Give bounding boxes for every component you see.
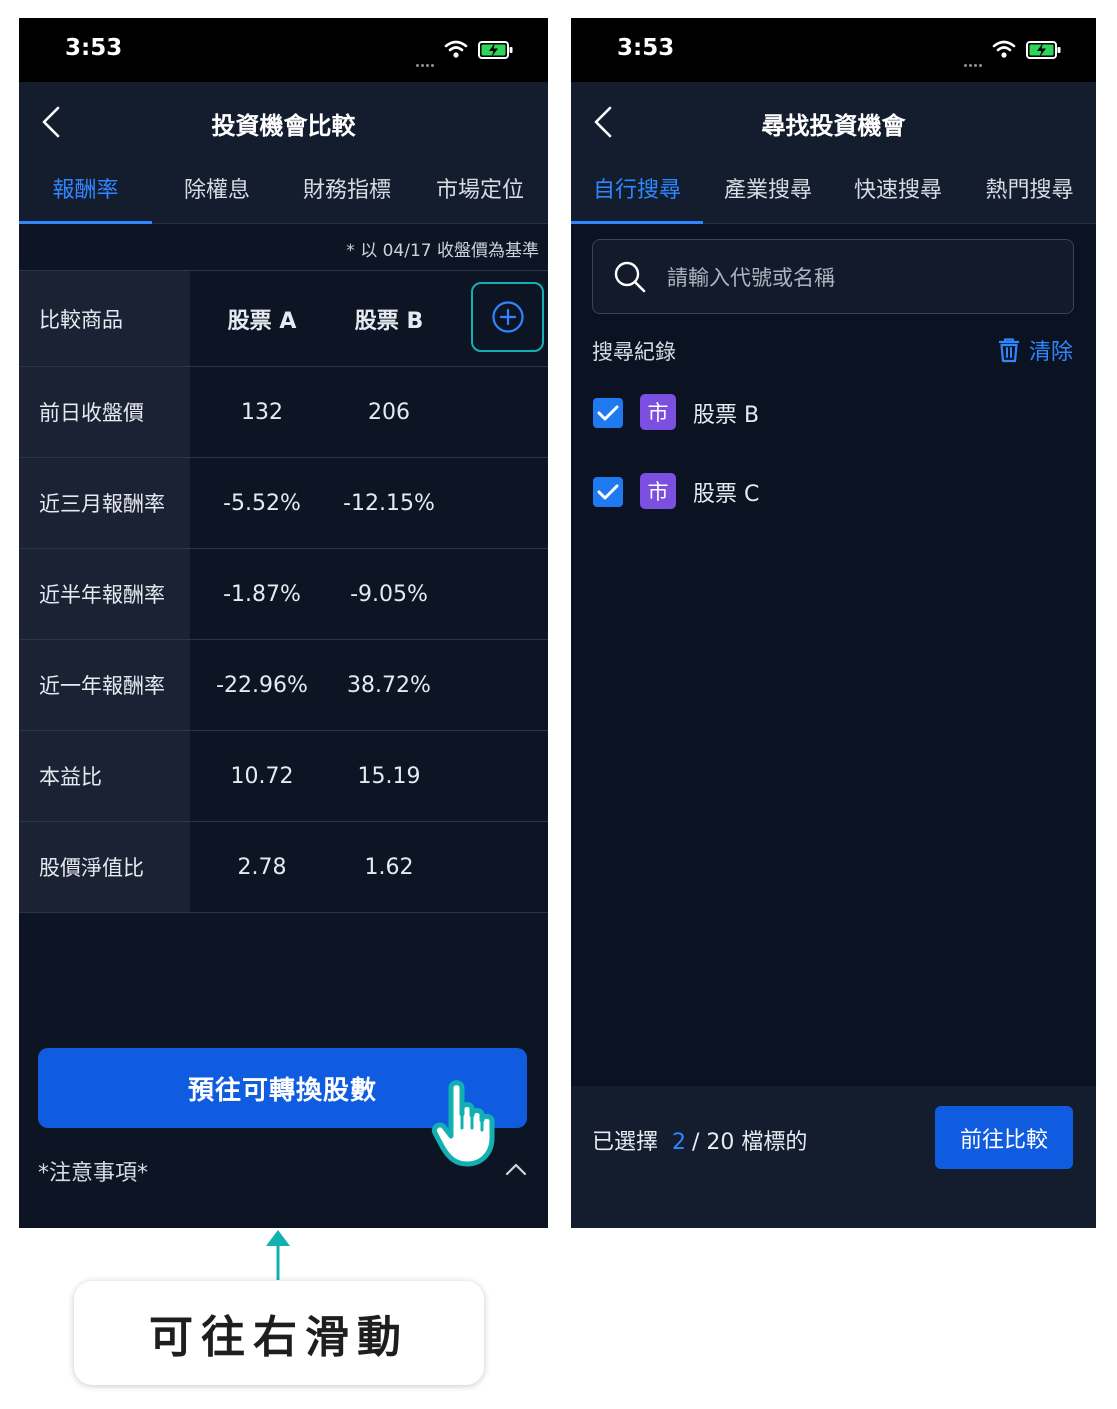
stock-b-value: 1.62 xyxy=(364,854,414,880)
status-time: 3:53 xyxy=(65,35,123,61)
tab-financial-indicators[interactable]: 財務指標 xyxy=(282,159,412,223)
row-label: 近半年報酬率 xyxy=(19,549,190,639)
stock-a-value: 132 xyxy=(241,399,283,425)
table-row: 近三月報酬率 -5.52% -12.15% xyxy=(19,458,548,549)
signal-icon xyxy=(964,52,984,71)
stock-b-value: 15.19 xyxy=(357,763,421,789)
add-stock-button[interactable] xyxy=(471,282,544,352)
nav-bar: 投資機會比較 xyxy=(19,82,548,159)
swipe-hint-box: 可往右滑動 xyxy=(74,1281,484,1385)
stock-b-value: -9.05% xyxy=(350,581,428,607)
selected-count-text: 已選擇 2/ 20 檔標的 xyxy=(592,1124,807,1156)
search-history-title: 搜尋紀錄 xyxy=(592,340,676,364)
tab-industry-search[interactable]: 產業搜尋 xyxy=(703,159,833,223)
market-badge: 市 xyxy=(640,473,676,509)
search-box xyxy=(592,239,1074,315)
selection-footer: 已選擇 2/ 20 檔標的 前往比較 xyxy=(571,1086,1096,1228)
wifi-icon xyxy=(444,40,468,58)
stock-a-value: 2.78 xyxy=(237,854,287,880)
header-label: 比較商品 xyxy=(19,271,190,366)
comparison-table: 比較商品 股票 A 股票 B 前日收盤價 132 206 近三月報酬率 -5.5… xyxy=(19,270,548,913)
go-compare-button[interactable]: 前往比較 xyxy=(935,1106,1073,1169)
table-row: 近半年報酬率 -1.87% -9.05% xyxy=(19,549,548,640)
item-checkbox[interactable] xyxy=(593,477,623,507)
status-icons xyxy=(416,38,526,67)
trash-icon xyxy=(998,338,1019,363)
arrow-up-icon xyxy=(266,1230,290,1280)
selected-suffix: / 20 檔標的 xyxy=(692,1130,808,1155)
tab-popular-search[interactable]: 熱門搜尋 xyxy=(963,159,1096,223)
page-title: 投資機會比較 xyxy=(211,112,356,140)
stock-a-value: -5.52% xyxy=(223,490,301,516)
stock-b-value: 38.72% xyxy=(347,672,431,698)
signal-icon xyxy=(416,52,436,71)
tab-dividend[interactable]: 除權息 xyxy=(152,159,282,223)
status-icons xyxy=(964,38,1074,67)
price-basis-note: * 以 04/17 收盤價為基準 xyxy=(346,241,539,261)
tab-bar: 自行搜尋 產業搜尋 快速搜尋 熱門搜尋 xyxy=(571,159,1096,224)
tab-self-search[interactable]: 自行搜尋 xyxy=(571,159,703,224)
stock-name: 股票 B xyxy=(693,403,760,428)
nav-bar: 尋找投資機會 xyxy=(571,82,1096,159)
tab-quick-search[interactable]: 快速搜尋 xyxy=(833,159,963,223)
selected-count: 2 xyxy=(672,1130,687,1155)
table-row: 股價淨值比 2.78 1.62 xyxy=(19,822,548,913)
market-badge: 市 xyxy=(640,394,676,430)
plus-circle-icon xyxy=(491,301,524,333)
stock-a-value: -22.96% xyxy=(216,672,308,698)
stock-a-value: -1.87% xyxy=(223,581,301,607)
notice-text: *注意事項* xyxy=(38,1161,149,1186)
comparison-screen: 3:53 投資機會比較 報酬率 除權息 財務指標 市場定位 * 以 04/17 … xyxy=(19,18,548,1228)
table-row: 本益比 10.72 15.19 xyxy=(19,731,548,822)
stock-name: 股票 C xyxy=(693,482,760,507)
wifi-icon xyxy=(992,40,1016,58)
table-row: 前日收盤價 132 206 xyxy=(19,367,548,458)
clear-history-button[interactable]: 清除 xyxy=(997,334,1073,366)
tab-return-rate[interactable]: 報酬率 xyxy=(19,159,152,224)
checkmark-icon xyxy=(597,405,619,421)
status-bar: 3:53 xyxy=(19,18,548,82)
stock-b-value: 206 xyxy=(368,399,410,425)
row-label: 近一年報酬率 xyxy=(19,640,190,730)
row-label: 近三月報酬率 xyxy=(19,458,190,548)
stock-a-value: 10.72 xyxy=(230,763,294,789)
selected-prefix: 已選擇 xyxy=(592,1130,659,1155)
status-bar: 3:53 xyxy=(571,18,1096,82)
checkmark-icon xyxy=(597,484,619,500)
table-header-row: 比較商品 股票 A 股票 B xyxy=(19,270,548,367)
swipe-hint-text: 可往右滑動 xyxy=(149,1312,409,1363)
row-label: 本益比 xyxy=(19,731,190,821)
row-label: 前日收盤價 xyxy=(19,367,190,457)
stock-b-value: -12.15% xyxy=(343,490,435,516)
page-title: 尋找投資機會 xyxy=(761,112,906,140)
chevron-up-icon[interactable] xyxy=(505,1162,527,1176)
search-icon xyxy=(614,261,646,293)
battery-charging-icon xyxy=(478,41,513,59)
item-checkbox[interactable] xyxy=(593,398,623,428)
table-row: 近一年報酬率 -22.96% 38.72% xyxy=(19,640,548,731)
status-time: 3:53 xyxy=(617,35,675,61)
battery-charging-icon xyxy=(1026,41,1061,59)
row-label: 股價淨值比 xyxy=(19,822,190,912)
stock-b-header[interactable]: 股票 B xyxy=(327,271,451,366)
search-screen: 3:53 尋找投資機會 自行搜尋 產業搜尋 快速搜尋 熱門搜尋 請輸入代號或名稱… xyxy=(571,18,1096,1228)
tab-market-position[interactable]: 市場定位 xyxy=(412,159,548,223)
tab-bar: 報酬率 除權息 財務指標 市場定位 xyxy=(19,159,548,224)
search-input[interactable] xyxy=(665,240,1063,315)
tap-hand-icon xyxy=(431,1080,495,1167)
stock-a-header[interactable]: 股票 A xyxy=(200,271,324,366)
clear-label: 清除 xyxy=(1028,340,1073,365)
